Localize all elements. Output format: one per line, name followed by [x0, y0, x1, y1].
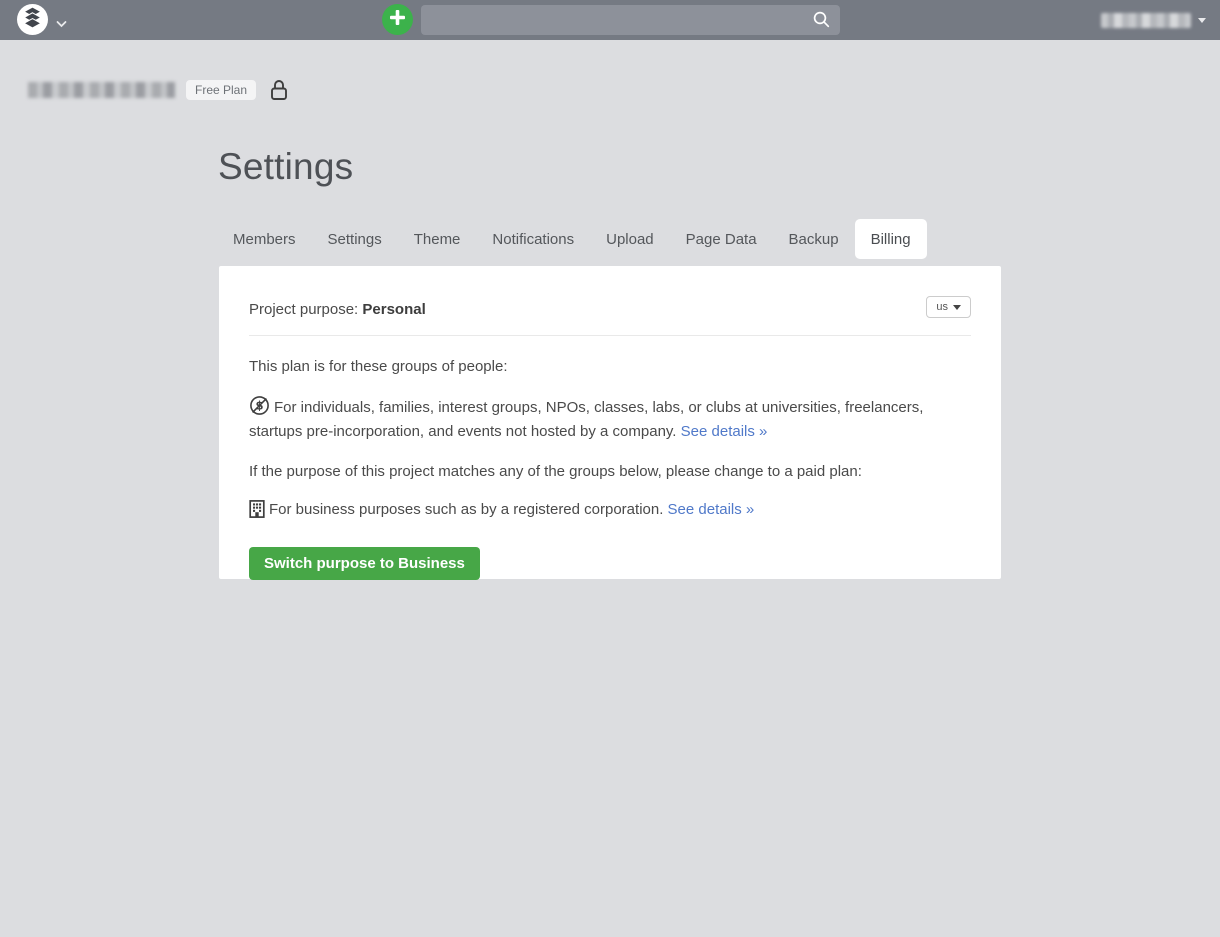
- tab-members[interactable]: Members: [217, 219, 312, 259]
- page-title: Settings: [218, 146, 353, 188]
- caret-down-icon: [1198, 18, 1206, 23]
- scrapbox-logo-icon: [23, 7, 42, 33]
- project-title-redacted: [28, 82, 175, 98]
- non-commercial-icon: $: [249, 395, 270, 422]
- settings-tabs: Members Settings Theme Notifications Upl…: [217, 219, 927, 259]
- tab-notifications[interactable]: Notifications: [476, 219, 590, 259]
- project-purpose-text: Project purpose: Personal: [249, 296, 426, 318]
- tab-theme[interactable]: Theme: [398, 219, 477, 259]
- switch-purpose-button[interactable]: Switch purpose to Business: [249, 547, 480, 580]
- tab-backup[interactable]: Backup: [773, 219, 855, 259]
- personal-see-details-link[interactable]: See details »: [681, 423, 768, 440]
- navbar: [0, 0, 1220, 40]
- tab-billing[interactable]: Billing: [855, 219, 927, 259]
- user-name-redacted: [1101, 13, 1191, 28]
- personal-plan-description: $ For individuals, families, interest gr…: [249, 395, 971, 442]
- lock-icon: [270, 79, 288, 101]
- plan-intro-text: This plan is for these groups of people:: [249, 357, 971, 377]
- building-icon: [249, 500, 265, 524]
- new-page-button[interactable]: [382, 4, 413, 35]
- business-plan-description: For business purposes such as by a regis…: [249, 500, 971, 524]
- user-menu[interactable]: [1101, 0, 1206, 40]
- tab-settings[interactable]: Settings: [312, 219, 398, 259]
- locale-value: us: [936, 301, 948, 313]
- business-plan-text: For business purposes such as by a regis…: [269, 501, 663, 518]
- tab-page-data[interactable]: Page Data: [670, 219, 773, 259]
- paid-plan-notice: If the purpose of this project matches a…: [249, 462, 971, 482]
- project-header: Free Plan: [28, 79, 288, 101]
- search-input[interactable]: [421, 5, 840, 35]
- divider: [249, 335, 971, 336]
- plan-badge: Free Plan: [186, 80, 256, 100]
- billing-panel: Project purpose: Personal us This plan i…: [219, 266, 1001, 579]
- plus-icon: [389, 9, 406, 31]
- business-see-details-link[interactable]: See details »: [668, 501, 755, 518]
- personal-plan-text: For individuals, families, interest grou…: [249, 399, 923, 440]
- locale-dropdown[interactable]: us: [926, 296, 971, 318]
- project-logo-button[interactable]: [17, 4, 48, 35]
- tab-upload[interactable]: Upload: [590, 219, 670, 259]
- caret-down-icon: [953, 305, 961, 310]
- purpose-label: Project purpose:: [249, 301, 362, 318]
- project-switcher-chevron-down-icon[interactable]: [56, 15, 67, 33]
- purpose-value: Personal: [362, 301, 425, 318]
